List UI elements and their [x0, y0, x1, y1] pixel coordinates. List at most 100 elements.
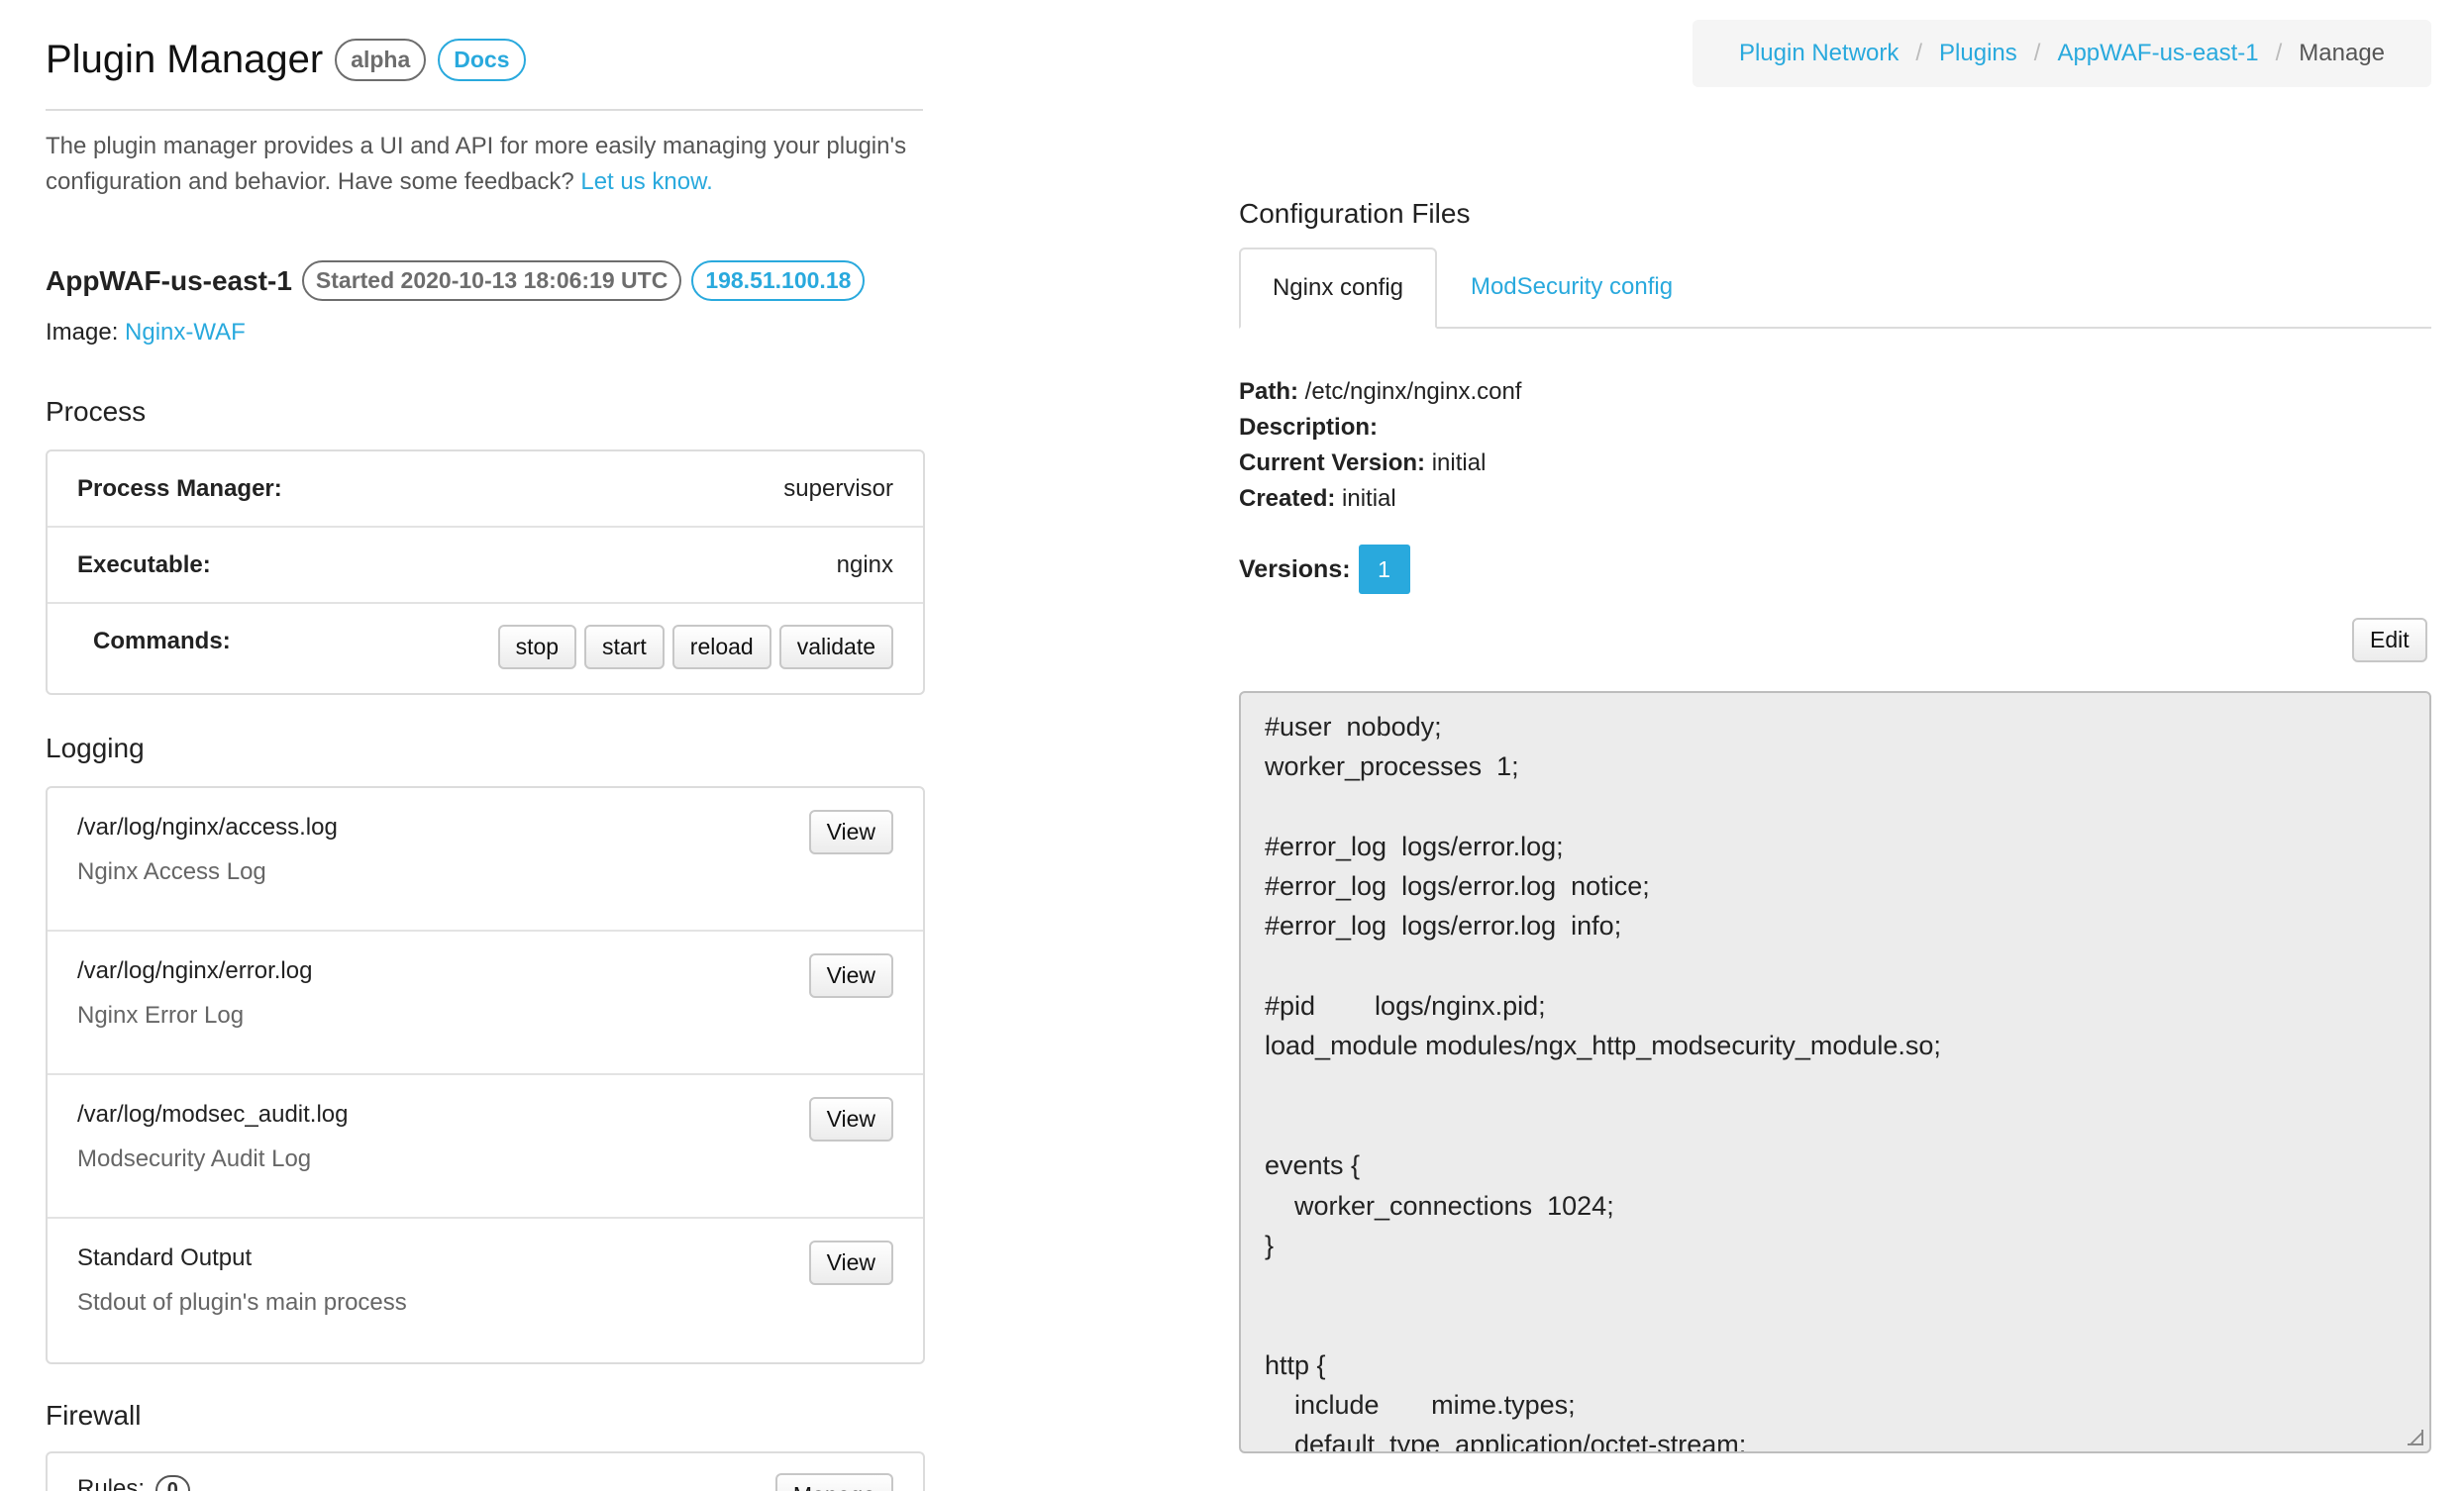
code-line: default_type application/octet-stream; — [1265, 1430, 1747, 1453]
breadcrumb-separator: / — [1915, 40, 1923, 66]
rules-label: Rules: — [77, 1475, 146, 1491]
view-access-log-button[interactable]: View — [808, 810, 893, 854]
intro-text: The plugin manager provides a UI and API… — [46, 129, 923, 200]
docs-badge-link[interactable]: Docs — [438, 39, 526, 81]
process-manager-value: supervisor — [783, 474, 893, 502]
executable-row: Executable: nginx — [48, 528, 923, 604]
current-version-label: Current Version: — [1239, 449, 1426, 476]
manage-rules-button[interactable]: Manage — [774, 1473, 893, 1491]
breadcrumb-plugin-network[interactable]: Plugin Network — [1739, 40, 1899, 67]
code-line: #error_log logs/error.log; — [1265, 831, 1564, 861]
view-error-log-button[interactable]: View — [808, 953, 893, 998]
breadcrumb-separator: / — [2275, 40, 2283, 66]
log-path: /var/log/nginx/access.log — [77, 814, 338, 841]
commands-row: Commands: stop start reload validate — [48, 604, 923, 689]
log-item: /var/log/nginx/error.log Nginx Error Log… — [48, 932, 923, 1075]
code-line: worker_connections 1024; — [1265, 1190, 1614, 1221]
config-section-title: Configuration Files — [1239, 198, 1471, 229]
rules-row: Rules: 0 Manage — [48, 1453, 923, 1491]
versions-row: Versions: 1 — [1239, 545, 1410, 594]
executable-label: Executable: — [77, 550, 211, 578]
edit-config-button[interactable]: Edit — [2352, 618, 2427, 662]
log-item: /var/log/nginx/access.log Nginx Access L… — [48, 788, 923, 932]
code-line: http { — [1265, 1349, 1326, 1380]
alpha-badge: alpha — [335, 39, 427, 81]
tab-modsecurity-config[interactable]: ModSecurity config — [1453, 248, 1691, 327]
breadcrumb-plugins[interactable]: Plugins — [1939, 40, 2017, 67]
plugin-manager-page: Plugin Manager alpha Docs The plugin man… — [0, 0, 2464, 1491]
page-title: Plugin Manager — [46, 38, 324, 81]
log-item: /var/log/modsec_audit.log Modsecurity Au… — [48, 1075, 923, 1219]
image-label: Image: — [46, 319, 119, 346]
log-path: Standard Output — [77, 1244, 253, 1271]
stop-button[interactable]: stop — [497, 624, 577, 669]
path-value: /etc/nginx/nginx.conf — [1304, 378, 1522, 405]
path-label: Path: — [1239, 378, 1298, 405]
code-lines: #user nobody; worker_processes 1; #error_l… — [1265, 707, 2406, 1453]
process-section-title: Process — [46, 396, 147, 427]
code-line: } — [1265, 1230, 1275, 1260]
command-buttons: stop start reload validate — [497, 624, 893, 669]
description-label: Description: — [1239, 414, 1379, 441]
path-row: Path: /etc/nginx/nginx.conf — [1239, 374, 1521, 410]
config-code-editor[interactable]: #user nobody; worker_processes 1; #error_l… — [1239, 691, 2431, 1453]
versions-label: Versions: — [1239, 554, 1351, 583]
process-manager-row: Process Manager: supervisor — [48, 451, 923, 528]
process-manager-label: Process Manager: — [77, 474, 282, 502]
ip-badge: 198.51.100.18 — [691, 260, 866, 301]
code-line: #error_log logs/error.log info; — [1265, 911, 1622, 942]
code-line: load_module modules/ngx_http_modsecurity… — [1265, 1031, 1941, 1061]
rules-count-badge: 0 — [154, 1475, 190, 1491]
view-stdout-button[interactable]: View — [808, 1241, 893, 1285]
process-box: Process Manager: supervisor Executable: … — [46, 449, 925, 695]
created-row: Created: initial — [1239, 481, 1521, 517]
log-path: /var/log/modsec_audit.log — [77, 1101, 349, 1128]
config-meta: Path: /etc/nginx/nginx.conf Description:… — [1239, 374, 1521, 517]
code-line: #user nobody; — [1265, 712, 1442, 742]
image-row: Image: Nginx-WAF — [46, 319, 246, 347]
log-path: /var/log/nginx/error.log — [77, 957, 313, 984]
created-label: Created: — [1239, 485, 1336, 512]
intro-body: The plugin manager provides a UI and API… — [46, 133, 907, 195]
instance-name: AppWAF-us-east-1 — [46, 264, 292, 296]
code-line: worker_processes 1; — [1265, 751, 1519, 782]
log-description: Nginx Access Log — [77, 858, 266, 885]
started-badge: Started 2020-10-13 18:06:19 UTC — [301, 260, 682, 301]
instance-header: AppWAF-us-east-1 Started 2020-10-13 18:0… — [46, 260, 866, 301]
logging-box: /var/log/nginx/access.log Nginx Access L… — [46, 786, 925, 1364]
view-audit-log-button[interactable]: View — [808, 1097, 893, 1142]
validate-button[interactable]: validate — [778, 624, 893, 669]
reload-button[interactable]: reload — [671, 624, 771, 669]
title-row: Plugin Manager alpha Docs — [46, 38, 526, 82]
log-description: Stdout of plugin's main process — [77, 1289, 407, 1316]
config-tabs: Nginx config ModSecurity config — [1239, 248, 2431, 329]
commands-label: Commands: — [93, 628, 231, 654]
current-version-row: Current Version: initial — [1239, 446, 1521, 481]
title-divider — [46, 109, 923, 111]
executable-value: nginx — [836, 550, 893, 578]
firewall-box: Rules: 0 Manage — [46, 1451, 925, 1491]
log-description: Modsecurity Audit Log — [77, 1145, 312, 1172]
log-description: Nginx Error Log — [77, 1002, 245, 1029]
start-button[interactable]: start — [584, 624, 665, 669]
code-line: include mime.types; — [1265, 1390, 1576, 1421]
logging-section-title: Logging — [46, 733, 145, 763]
log-item: Standard Output Stdout of plugin's main … — [48, 1219, 923, 1362]
image-link[interactable]: Nginx-WAF — [125, 319, 246, 346]
breadcrumb-instance[interactable]: AppWAF-us-east-1 — [2057, 40, 2258, 67]
current-version-value: initial — [1431, 449, 1487, 476]
resize-grip-icon[interactable] — [2408, 1430, 2423, 1445]
breadcrumb-separator: / — [2033, 40, 2041, 66]
code-line: #pid logs/nginx.pid; — [1265, 991, 1546, 1022]
breadcrumb: Plugin Network / Plugins / AppWAF-us-eas… — [1693, 20, 2431, 87]
feedback-link[interactable]: Let us know. — [580, 168, 712, 195]
description-row: Description: — [1239, 410, 1521, 446]
version-1-button[interactable]: 1 — [1358, 545, 1410, 594]
tab-nginx-config[interactable]: Nginx config — [1239, 248, 1437, 329]
